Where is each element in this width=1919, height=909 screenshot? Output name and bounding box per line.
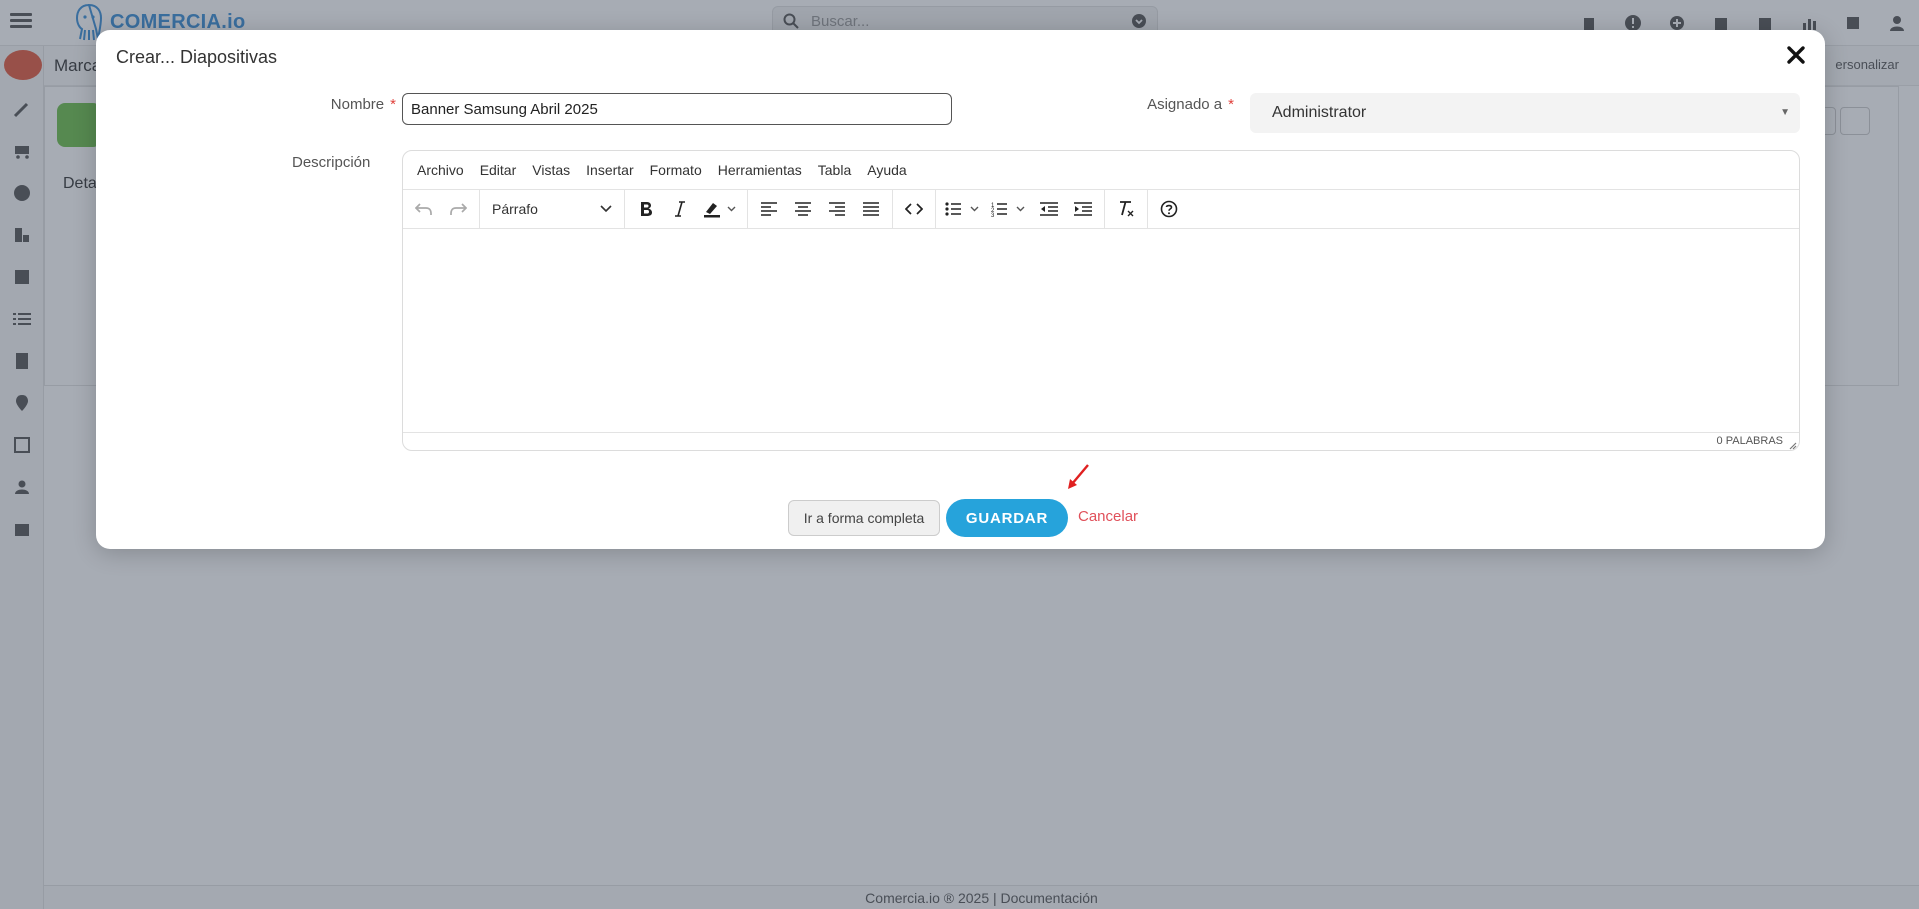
editor-menu-bar: Archivo Editar Vistas Insertar Formato H… [403, 151, 1799, 190]
dialog-title: Crear... Diapositivas [116, 47, 278, 67]
inline-format-group [625, 189, 748, 229]
required-marker: * [390, 96, 396, 113]
editor-toolbar: Párrafo 123 [403, 189, 1799, 229]
align-justify-icon[interactable] [854, 192, 888, 226]
menu-herramientas[interactable]: Herramientas [710, 162, 810, 178]
menu-archivo[interactable]: Archivo [409, 162, 472, 178]
history-group [403, 189, 480, 229]
menu-ayuda[interactable]: Ayuda [859, 162, 914, 178]
help-icon[interactable] [1152, 192, 1186, 226]
close-icon[interactable] [1785, 44, 1807, 66]
name-field[interactable] [402, 93, 952, 125]
editor-content-area[interactable] [403, 229, 1799, 433]
numbered-list-icon[interactable]: 123 [986, 192, 1032, 226]
menu-editar[interactable]: Editar [472, 162, 525, 178]
block-format-select[interactable]: Párrafo [484, 192, 620, 226]
assigned-select[interactable]: Administrator ▼ [1250, 93, 1800, 133]
menu-insertar[interactable]: Insertar [578, 162, 641, 178]
italic-icon[interactable] [663, 192, 697, 226]
bullet-list-icon[interactable] [940, 192, 986, 226]
name-label-text: Nombre [330, 96, 385, 113]
assigned-label-text: Asignado a [1147, 96, 1223, 113]
list-group: 123 [936, 189, 1105, 229]
undo-icon[interactable] [407, 192, 441, 226]
align-left-icon[interactable] [752, 192, 786, 226]
menu-vistas[interactable]: Vistas [524, 162, 578, 178]
full-form-button[interactable]: Ir a forma completa [788, 500, 940, 536]
cancel-link[interactable]: Cancelar [1078, 508, 1138, 525]
menu-tabla[interactable]: Tabla [810, 162, 859, 178]
outdent-icon[interactable] [1032, 192, 1066, 226]
code-group [893, 189, 936, 229]
rich-text-editor: Archivo Editar Vistas Insertar Formato H… [402, 150, 1800, 451]
block-format-value: Párrafo [492, 201, 538, 217]
word-count: 0 PALABRAS [1716, 435, 1783, 447]
chevron-down-icon: ▼ [1780, 107, 1790, 118]
assigned-select-value: Administrator [1272, 104, 1367, 121]
required-marker: * [1228, 96, 1234, 113]
chevron-down-icon [600, 205, 612, 213]
resize-handle-icon[interactable] [1787, 440, 1797, 450]
save-button[interactable]: GUARDAR [946, 499, 1068, 537]
create-slide-dialog: Crear... Diapositivas Nombre * Asignado a… [96, 30, 1825, 549]
menu-formato[interactable]: Formato [642, 162, 710, 178]
assigned-label: Asignado a * [1096, 96, 1234, 113]
bold-icon[interactable] [629, 192, 663, 226]
source-code-icon[interactable] [897, 192, 931, 226]
block-format-group: Párrafo [480, 189, 625, 229]
align-right-icon[interactable] [820, 192, 854, 226]
clear-formatting-icon[interactable] [1109, 192, 1143, 226]
clear-format-group [1105, 189, 1148, 229]
highlight-color-icon[interactable] [697, 192, 743, 226]
name-label: Nombre * [286, 96, 396, 113]
redo-icon[interactable] [441, 192, 475, 226]
svg-text:3: 3 [991, 213, 995, 217]
editor-status-bar: 0 PALABRAS [403, 433, 1799, 450]
align-group [748, 189, 893, 229]
align-center-icon[interactable] [786, 192, 820, 226]
help-group [1148, 190, 1190, 229]
indent-icon[interactable] [1066, 192, 1100, 226]
red-arrow-annotation-icon [1068, 464, 1089, 489]
